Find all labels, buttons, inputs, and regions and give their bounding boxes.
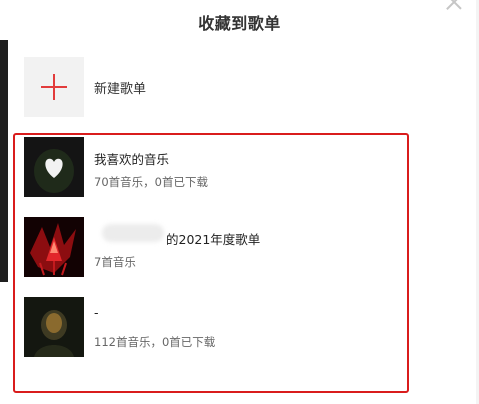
- red-stage-cover: [24, 217, 84, 277]
- playlist-meta: 112首音乐，0首已下载: [94, 335, 216, 349]
- plus-icon: [24, 57, 84, 117]
- create-playlist-label: 新建歌单: [94, 81, 147, 97]
- playlist-name: 我喜欢的音乐: [94, 152, 170, 167]
- dialog-title: 收藏到歌单: [198, 14, 281, 33]
- redacted-name: [102, 224, 164, 242]
- portrait-cover: [24, 297, 84, 357]
- playlist-meta: 7首音乐: [94, 255, 136, 269]
- playlist-item-3[interactable]: - 112首音乐，0首已下载: [24, 297, 414, 357]
- playlist-name: -: [94, 305, 99, 320]
- playlist-item-2021[interactable]: 的2021年度歌单 7首音乐: [24, 217, 414, 277]
- playlist-name: 的2021年度歌单: [166, 232, 261, 247]
- create-playlist-button[interactable]: 新建歌单: [24, 57, 444, 117]
- playlist-meta: 70首音乐，0首已下载: [94, 175, 208, 189]
- close-icon[interactable]: [444, 0, 464, 12]
- heart-cover: [24, 137, 84, 197]
- background-panel-edge: [0, 40, 8, 282]
- playlist-item-liked[interactable]: 我喜欢的音乐 70首音乐，0首已下载: [24, 137, 414, 197]
